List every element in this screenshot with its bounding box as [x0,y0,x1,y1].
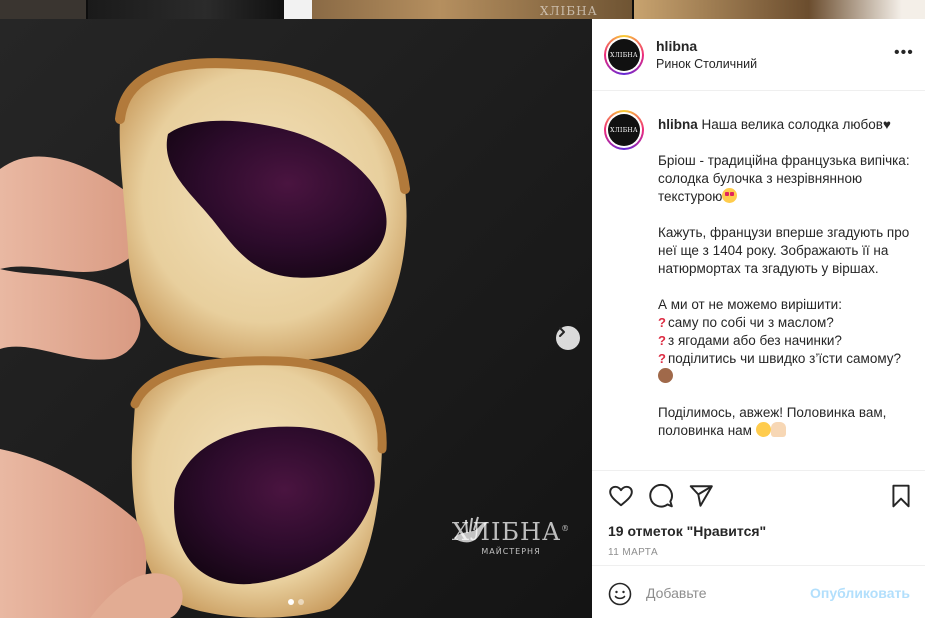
share-icon[interactable] [688,483,714,509]
background-watermark: ХЛІБНА [540,4,598,18]
caption-area: ХЛІБНА hlibna Наша велика солодка любов♥… [592,92,925,470]
brand-watermark: ХЛІБНА® МАЙСТЕРНЯ [450,516,572,556]
post-username[interactable]: hlibna [656,38,697,54]
comment-form: Опубликовать [592,565,925,618]
question-mark-emoji-icon: ? [658,333,666,348]
post-caption: hlibna Наша велика солодка любов♥ Бріош … [658,116,914,458]
caption-text: Бріош - традиційна французька випічка: с… [658,153,910,204]
chevron-right-icon [559,327,565,337]
caption-avatar[interactable]: ХЛІБНА [604,110,644,150]
background-thumbnail[interactable] [88,0,284,19]
carousel-dot[interactable] [298,599,304,605]
comment-icon[interactable] [648,483,674,509]
caption-text: з ягодами або без начинки? [668,333,842,348]
caption-text: поділитись чи швидко з’їсти самому? [668,351,902,366]
publish-button[interactable]: Опубликовать [810,585,910,601]
caption-paragraph: Бріош - традиційна французька випічка: с… [658,152,914,206]
more-options-icon[interactable]: ••• [894,44,914,62]
avatar-ring: ХЛІБНА [606,112,642,148]
caption-text: саму по собі чи з маслом? [668,315,834,330]
caption-username[interactable]: hlibna [658,117,698,132]
see-no-evil-monkey-emoji-icon [658,368,673,383]
question-mark-emoji-icon: ? [658,315,666,330]
caption-paragraph: Кажуть, французи вперше згадують про неї… [658,225,910,276]
carousel-dot[interactable] [288,599,294,605]
caption-paragraph: Поділимось, авжеж! Половинка вам, полови… [658,404,914,440]
caption-title: Наша велика солодка любов♥ [701,117,891,132]
post-photo[interactable]: ХЛІБНА® МАЙСТЕРНЯ [0,19,592,618]
heart-eyes-emoji-icon [722,188,738,203]
emoji-smile-icon[interactable] [608,582,632,606]
caption-first-line: hlibna Наша велика солодка любов♥ [658,116,914,134]
folded-hands-emoji-icon [770,422,786,437]
background-thumbnail[interactable] [0,0,86,19]
post-location[interactable]: Ринок Столичний [656,57,757,71]
avatar-logo: ХЛІБНА [608,114,640,146]
carousel-dots [0,599,592,605]
background-thumbnail[interactable] [634,0,925,19]
relieved-face-emoji-icon [755,422,771,437]
avatar-ring: ХЛІБНА [606,37,642,73]
caption-text: А ми от не можемо вирішити: [658,297,842,312]
heart-icon[interactable] [608,483,634,509]
question-mark-emoji-icon: ? [658,351,666,366]
instagram-post-modal: ХЛІБНА ХЛІБНА® МАЙСТЕРНЯ ХЛІБНА hlibna Р… [0,0,925,618]
carousel-next-button[interactable] [556,326,580,350]
bookmark-icon[interactable] [888,483,914,509]
like-count[interactable]: 19 отметок "Нравится" [608,523,766,539]
background-gap [284,0,312,19]
avatar[interactable]: ХЛІБНА [604,35,644,75]
post-header: ХЛІБНА hlibna Ринок Столичний ••• [592,19,925,91]
caption-paragraph: А ми от не можемо вирішити: ? саму по соб… [658,296,914,386]
background-feed-strip: ХЛІБНА [0,0,925,19]
bird-logo-icon [454,516,488,543]
post-date[interactable]: 11 МАРТА [608,547,658,558]
post-actions: 19 отметок "Нравится" 11 МАРТА Опубликов… [592,470,925,618]
post-side-panel: ХЛІБНА hlibna Ринок Столичний ••• ХЛІБНА… [592,19,925,618]
avatar-logo: ХЛІБНА [608,39,640,71]
